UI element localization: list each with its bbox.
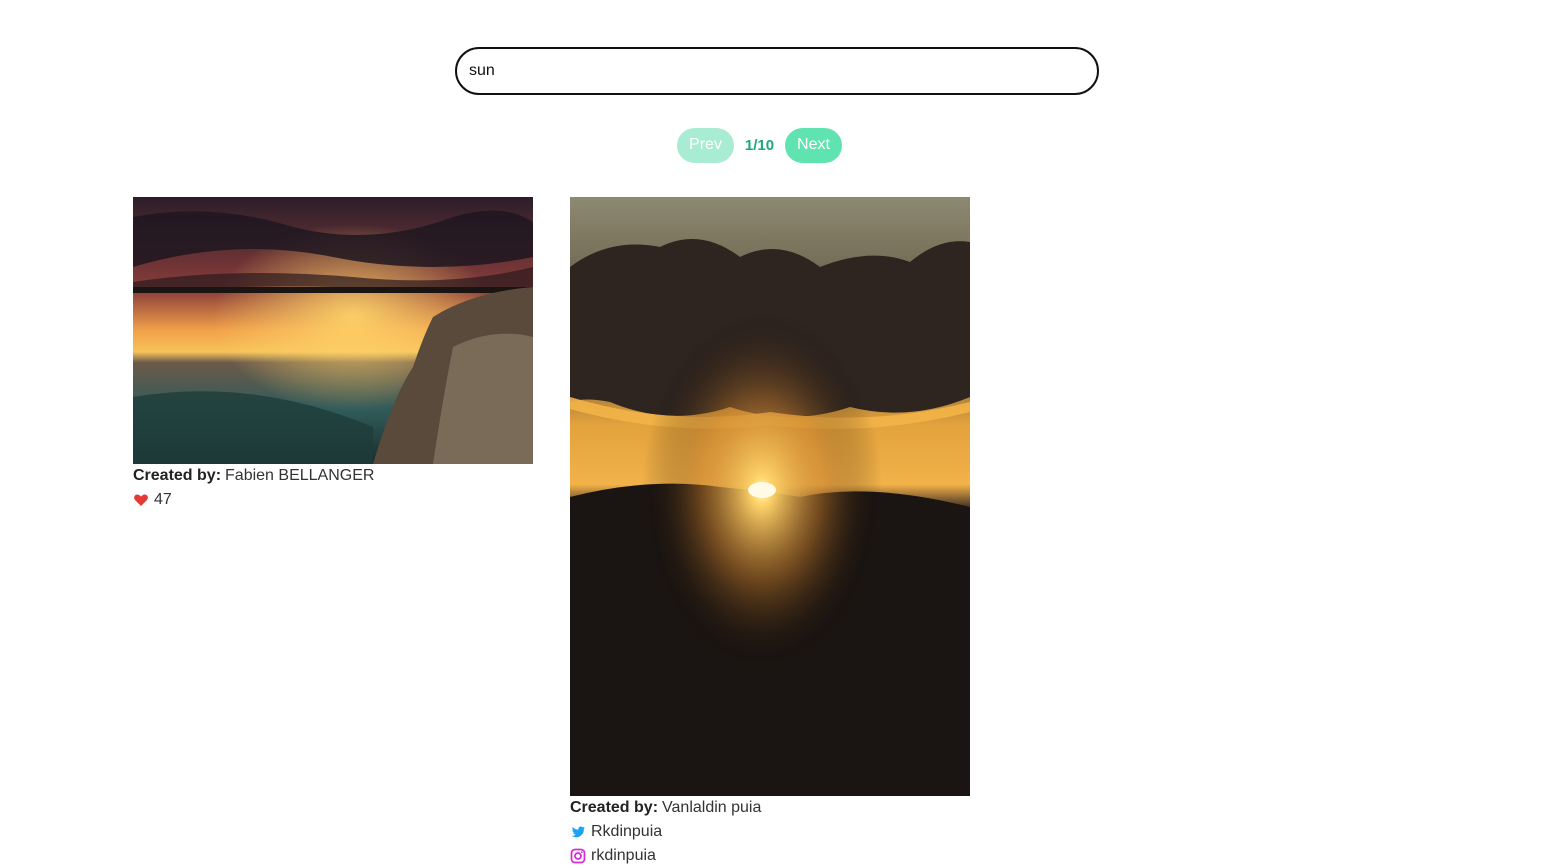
likes-count: 47 (154, 491, 172, 508)
heart-icon (134, 494, 148, 506)
twitter-line: Rkdinpuia (570, 820, 970, 844)
created-by-label: Created by: (133, 467, 222, 484)
photo-sunset-shore[interactable] (133, 197, 533, 464)
twitter-handle[interactable]: Rkdinpuia (591, 820, 662, 844)
author-line: Created by: Vanlaldin puia (570, 796, 970, 820)
twitter-icon (571, 826, 585, 838)
prev-button[interactable]: Prev (677, 127, 734, 163)
pagination: Prev 1/10 Next (677, 127, 842, 163)
search-input[interactable] (455, 47, 1099, 95)
photo-card: Created by: Fabien BELLANGER 47 (133, 197, 533, 512)
author-name: Fabien BELLANGER (225, 467, 375, 484)
instagram-handle[interactable]: rkdinpuia (591, 844, 656, 868)
photo-sunburst-mountain[interactable] (570, 197, 970, 796)
page-indicator: 1/10 (744, 136, 775, 154)
next-button[interactable]: Next (785, 127, 842, 163)
photo-card: Created by: Vanlaldin puia Rkdinpuia rkd… (570, 197, 970, 868)
search-bar (455, 47, 1099, 95)
author-name: Vanlaldin puia (662, 799, 762, 816)
created-by-label: Created by: (570, 799, 659, 816)
author-line: Created by: Fabien BELLANGER (133, 464, 533, 488)
likes-line: 47 (133, 488, 533, 512)
instagram-line: rkdinpuia (570, 844, 970, 868)
